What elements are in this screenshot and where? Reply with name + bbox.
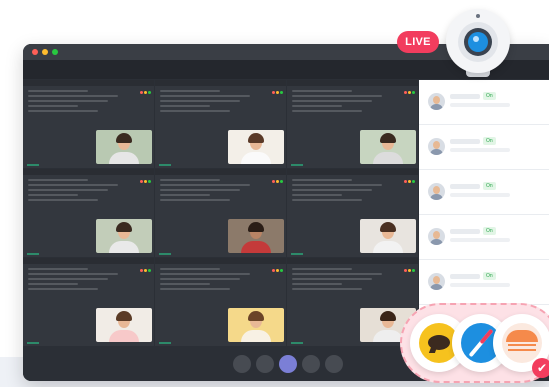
- check-icon: ✔: [532, 358, 549, 378]
- control-button[interactable]: [302, 355, 320, 373]
- video-grid: [23, 80, 418, 347]
- participant-video: [228, 219, 284, 253]
- webcam-icon: [446, 9, 510, 77]
- participant-row[interactable]: On: [419, 125, 549, 170]
- status-badge: On: [483, 272, 496, 280]
- avatar: [428, 93, 445, 110]
- participant-video: [96, 219, 152, 253]
- participant-row[interactable]: On: [419, 260, 549, 305]
- control-button[interactable]: [256, 355, 274, 373]
- video-tile[interactable]: [287, 258, 418, 346]
- participant-row[interactable]: On: [419, 80, 549, 125]
- control-button-active[interactable]: [279, 355, 297, 373]
- participant-video: [96, 130, 152, 164]
- participant-row[interactable]: On: [419, 170, 549, 215]
- video-tile[interactable]: [23, 169, 154, 257]
- avatar: [428, 138, 445, 155]
- live-badge: LIVE: [397, 31, 439, 53]
- video-tile[interactable]: [23, 80, 154, 168]
- video-tile[interactable]: [155, 169, 286, 257]
- video-tile[interactable]: [23, 258, 154, 346]
- video-tile[interactable]: [155, 258, 286, 346]
- video-tile[interactable]: [287, 169, 418, 257]
- status-badge: On: [483, 137, 496, 145]
- participant-video: [360, 130, 416, 164]
- avatar: [428, 183, 445, 200]
- status-badge: On: [483, 227, 496, 235]
- participant-video: [96, 308, 152, 342]
- minimize-window-button[interactable]: [42, 49, 48, 55]
- video-tile[interactable]: [287, 80, 418, 168]
- status-badge: On: [483, 182, 496, 190]
- status-badge: On: [483, 92, 496, 100]
- maximize-window-button[interactable]: [52, 49, 58, 55]
- participant-video: [360, 219, 416, 253]
- participant-row[interactable]: On: [419, 215, 549, 260]
- participant-video: [228, 308, 284, 342]
- close-window-button[interactable]: [32, 49, 38, 55]
- avatar: [428, 228, 445, 245]
- control-button[interactable]: [325, 355, 343, 373]
- avatar: [428, 273, 445, 290]
- participant-video: [228, 130, 284, 164]
- control-button[interactable]: [233, 355, 251, 373]
- video-tile[interactable]: [155, 80, 286, 168]
